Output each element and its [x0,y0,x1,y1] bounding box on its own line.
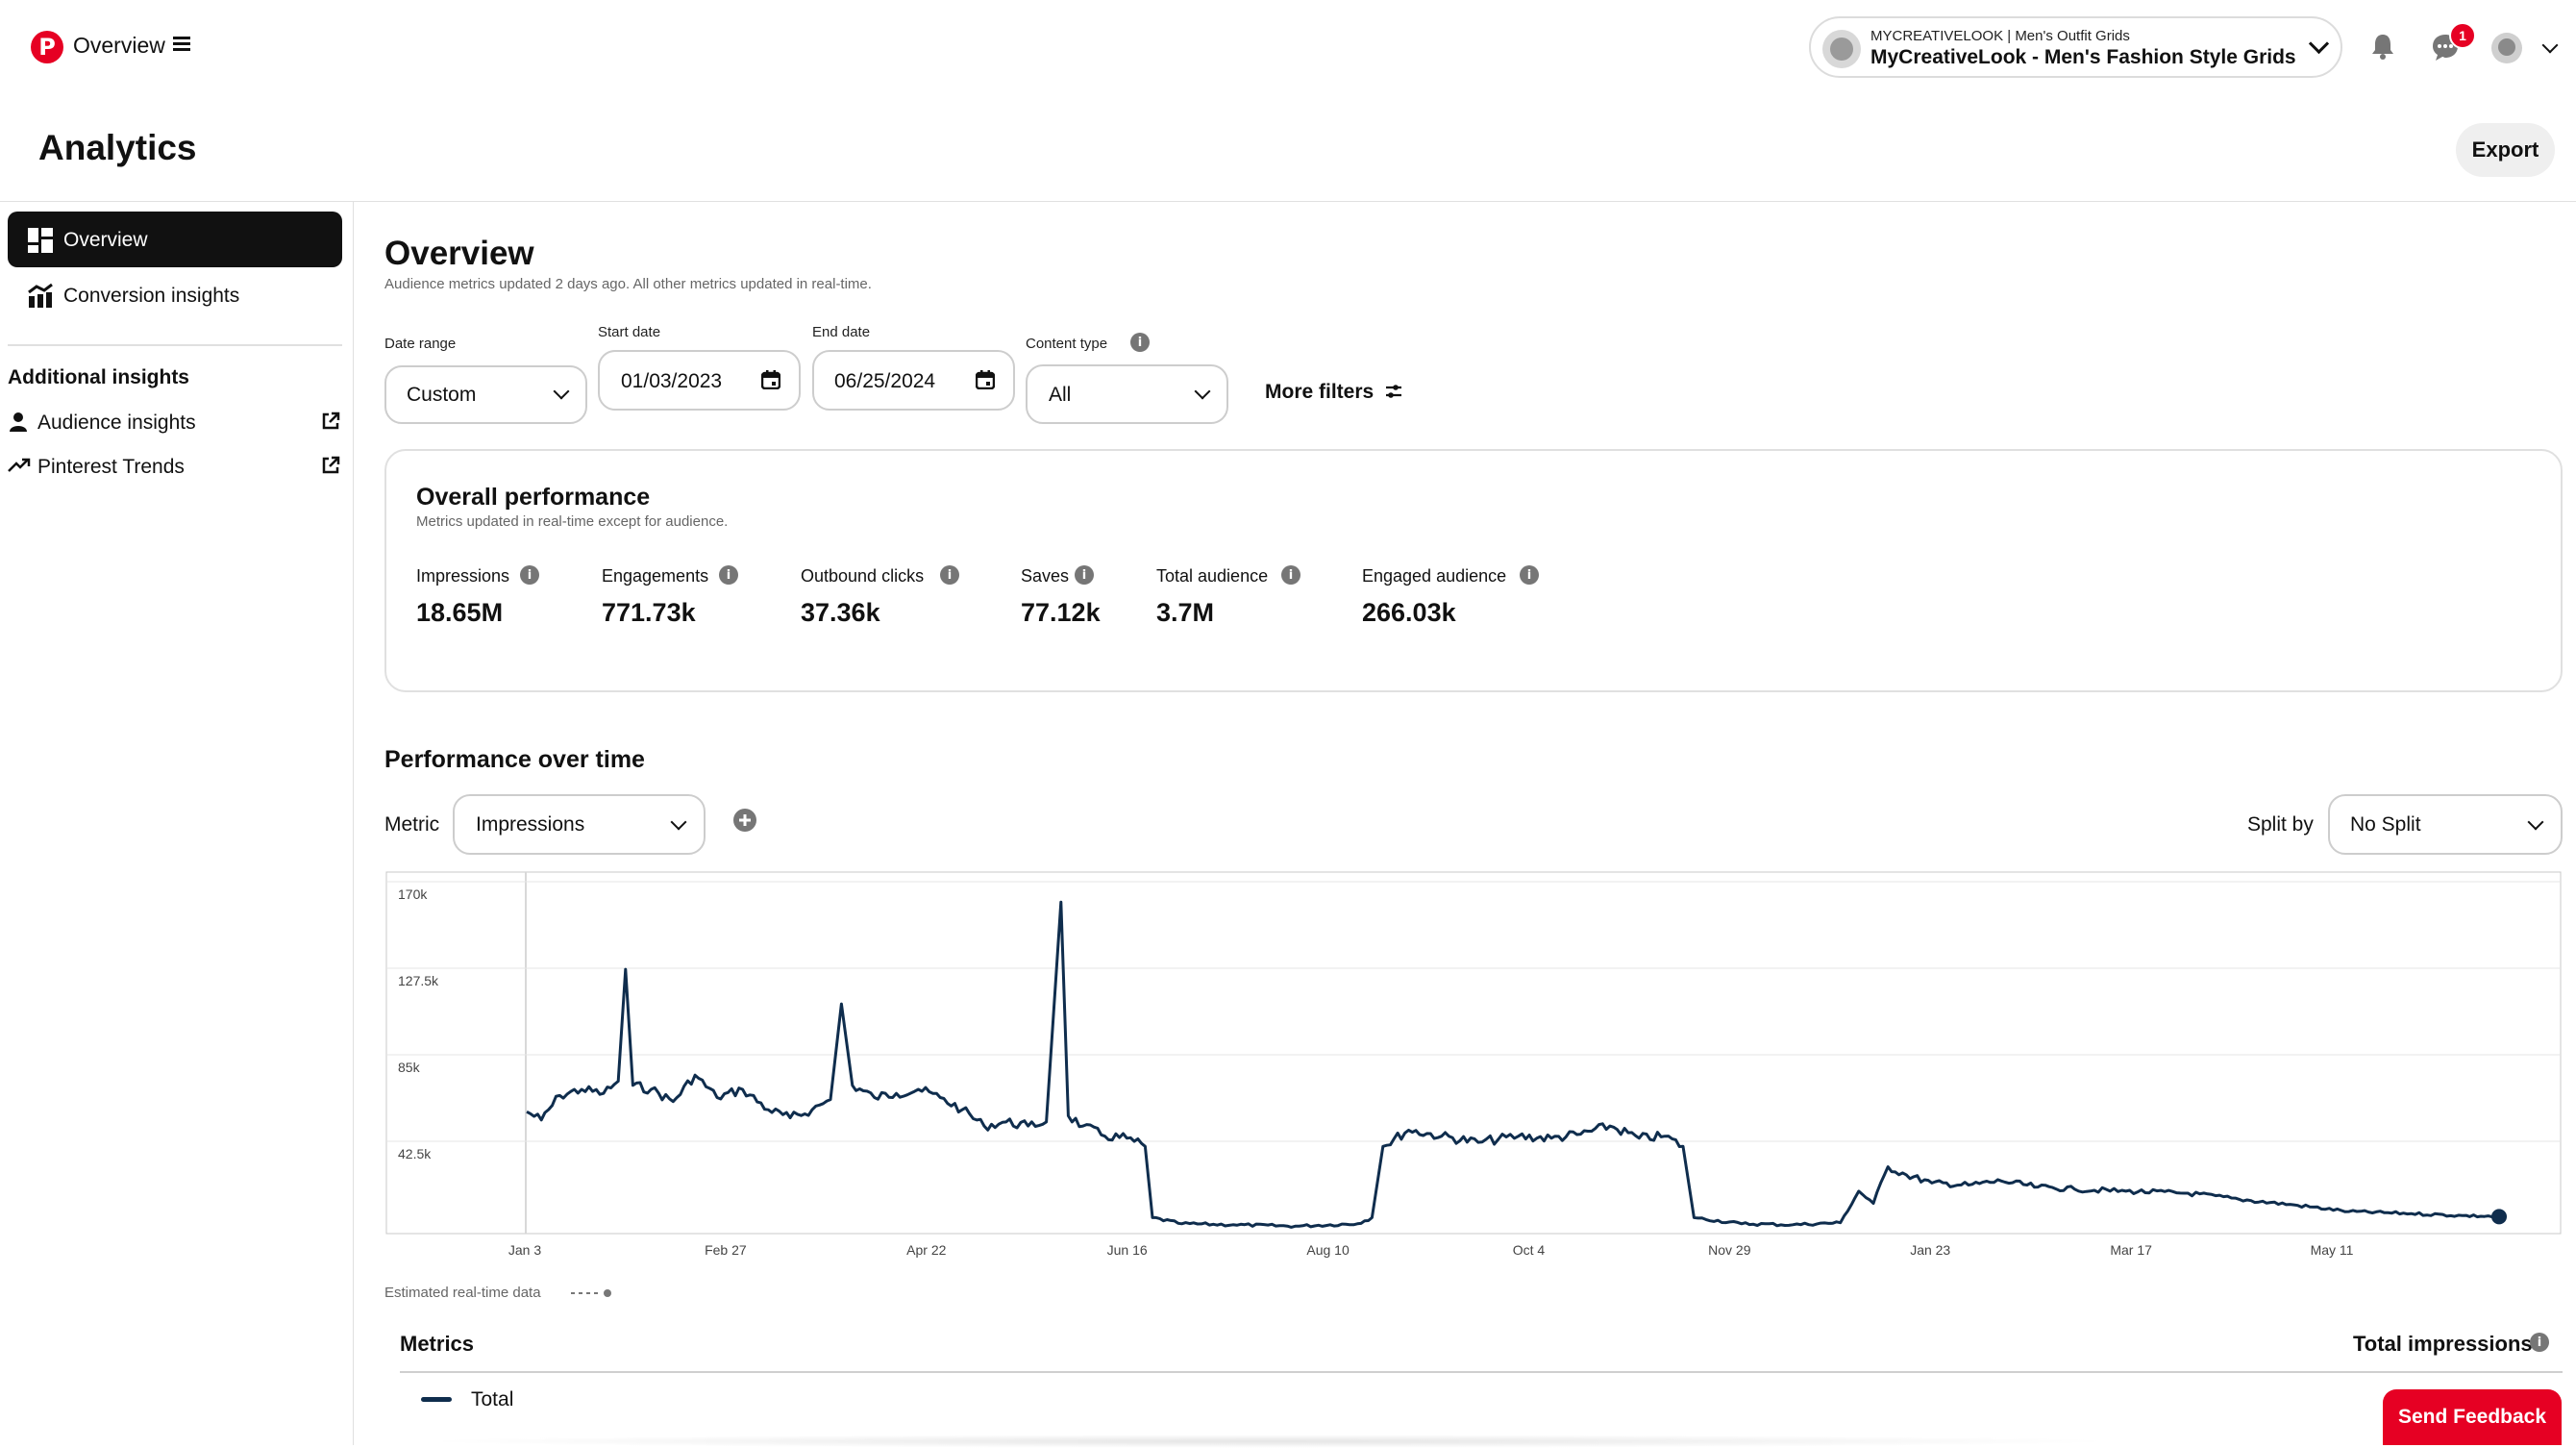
estimated-data-note: Estimated real-time data [384,1285,541,1301]
series-end-point [2491,1209,2507,1225]
metric-label-engagements: Engagements [602,566,709,586]
additional-insights-heading: Additional insights [8,366,189,388]
metric-label-outbound-clicks: Outbound clicks [801,566,925,586]
menu-icon[interactable] [173,37,190,51]
info-icon[interactable]: i [2530,1333,2549,1352]
info-icon[interactable]: i [1130,333,1150,352]
info-icon[interactable]: i [1075,565,1094,585]
metric-label-engaged-audience: Engaged audience [1362,566,1507,586]
chevron-down-icon[interactable] [2541,37,2559,54]
overview-title: Overview [384,235,534,272]
estimated-line-legend-icon [571,1289,611,1297]
external-link-icon[interactable] [321,412,340,431]
series-line-total [526,900,2500,1229]
sidebar-item-label: Overview [63,229,148,251]
x-tick-label: Aug 10 [1306,1242,1350,1258]
chart-frame [385,871,2562,1235]
metric-value-engagements: 771.73k [602,598,696,627]
sidebar-item-overview[interactable] [8,212,342,267]
y-tick-label: 85k [398,1060,421,1075]
metric-label: Metric [384,813,440,836]
notification-badge: 1 [2449,22,2476,49]
filter-sliders-icon[interactable] [1385,384,1402,399]
y-tick-label: 170k [398,886,428,902]
person-icon [10,412,27,432]
account-name: MyCreativeLook - Men's Fashion Style Gri… [1870,46,2296,68]
info-icon[interactable]: i [1520,565,1539,585]
metric-value-saves: 77.12k [1021,598,1101,627]
sidebar-item-conversion-insights[interactable]: Conversion insights [63,285,239,308]
metric-value-impressions: 18.65M [416,598,504,627]
overall-performance-title: Overall performance [416,484,651,511]
x-tick-label: Mar 17 [2110,1242,2152,1258]
y-tick-label: 127.5k [398,973,439,988]
date-range-value: Custom [407,384,477,406]
sidebar-divider [353,202,354,1445]
info-icon[interactable]: i [719,565,738,585]
sidebar-item-pinterest-trends[interactable]: Pinterest Trends [37,456,185,479]
calendar-icon[interactable] [761,370,780,389]
end-date-label: End date [812,324,871,340]
bell-icon[interactable] [2370,33,2395,60]
end-date-value: 06/25/2024 [834,370,936,392]
dashboard-icon [28,228,53,253]
content-type-value: All [1049,384,1072,406]
calendar-icon[interactable] [976,370,995,389]
header-divider [0,201,2576,202]
info-icon[interactable]: i [520,565,539,585]
split-by-label: Split by [2247,813,2314,836]
sidebar-item-audience-insights[interactable]: Audience insights [37,412,196,435]
split-by-value: No Split [2350,813,2421,836]
conversion-chart-icon [28,283,53,308]
metric-label-saves: Saves [1021,566,1070,586]
start-date-value: 01/03/2023 [621,370,723,392]
legend-line-swatch [421,1397,452,1402]
page-title: Analytics [38,128,197,167]
export-button[interactable]: Export [2456,123,2555,177]
overview-subtitle: Audience metrics updated 2 days ago. All… [384,276,872,292]
x-tick-label: Oct 4 [1513,1242,1546,1258]
account-avatar [1822,30,1861,68]
performance-over-time-title: Performance over time [384,746,645,773]
legend-total-label: Total [471,1388,514,1411]
overall-performance-subtitle: Metrics updated in real-time except for … [416,513,729,530]
metric-value-outbound-clicks: 37.36k [801,598,880,627]
x-tick-label: Jan 3 [508,1242,541,1258]
date-range-label: Date range [384,336,457,352]
metric-label-total-audience: Total audience [1156,566,1269,586]
add-metric-icon[interactable] [732,808,757,833]
metric-label-impressions: Impressions [416,566,510,586]
account-subtitle: MYCREATIVELOOK | Men's Outfit Grids [1870,28,2130,44]
x-tick-label: Feb 27 [705,1242,747,1258]
pinterest-logo[interactable]: P [31,31,63,63]
send-feedback-button[interactable]: Send Feedback [2383,1389,2562,1445]
metric-value-total-audience: 3.7M [1156,598,1215,627]
metric-value-engaged-audience: 266.03k [1362,598,1456,627]
metrics-table-heading: Metrics [400,1332,475,1356]
total-impressions-heading: Total impressions [2353,1332,2533,1356]
info-icon[interactable]: i [1281,565,1300,585]
impressions-line-chart[interactable]: 170k 127.5k 85k 42.5k Jan 3 Feb 27 Apr 22 Jun 1… [384,870,2563,1264]
x-tick-label: May 11 [2311,1242,2354,1258]
start-date-label: Start date [598,324,661,340]
content-type-label: Content type [1026,336,1108,352]
x-tick-label: Jun 16 [1107,1242,1148,1258]
more-filters-button[interactable]: More filters [1265,381,1374,404]
sidebar-separator [8,344,342,346]
y-tick-label: 42.5k [398,1146,432,1161]
row-shadow [413,1435,2124,1448]
info-icon[interactable]: i [940,565,959,585]
external-link-icon[interactable] [321,456,340,475]
page-menu-title[interactable]: Overview [73,33,165,59]
x-tick-label: Jan 23 [1910,1242,1950,1258]
metric-select-value: Impressions [476,813,585,836]
profile-avatar[interactable] [2491,33,2522,63]
trend-arrow-icon [8,458,31,472]
x-tick-label: Apr 22 [906,1242,946,1258]
x-tick-label: Nov 29 [1708,1242,1751,1258]
table-header-divider [400,1371,2563,1373]
